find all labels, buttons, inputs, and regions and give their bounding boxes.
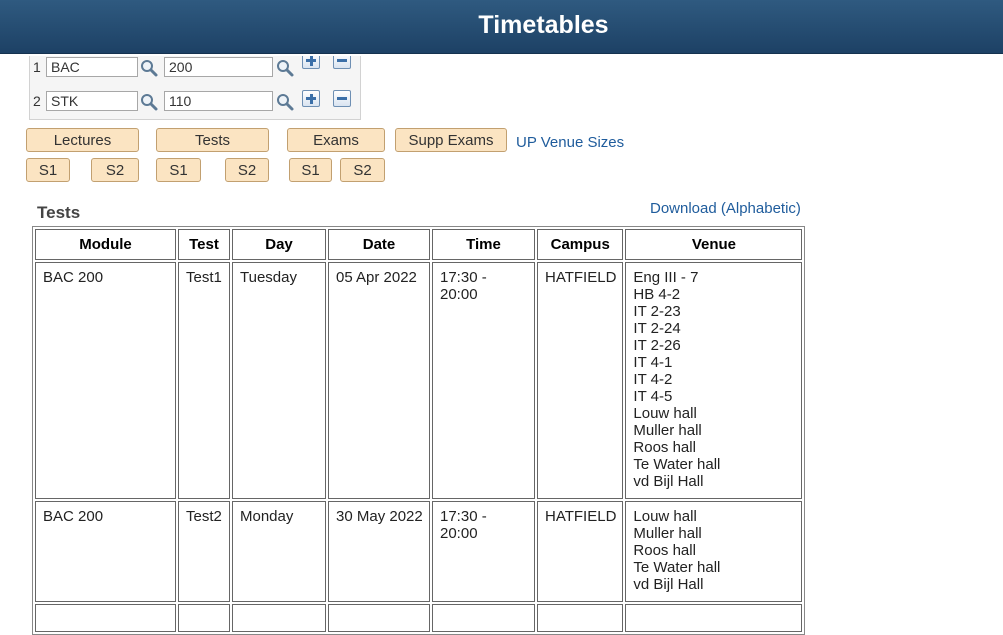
column-header: Campus [537, 229, 624, 260]
column-header: Test [178, 229, 230, 260]
time-cell: 17:30 - 20:00 [432, 262, 535, 499]
venue-item: Roos hall [633, 439, 696, 456]
column-header: Day [232, 229, 326, 260]
row-number: 2 [33, 93, 41, 109]
campus-cell: HATFIELD [537, 501, 624, 602]
table-header-row: Module Test Day Date Time Campus Venue [35, 229, 803, 260]
page-header: Timetables [0, 0, 1003, 54]
venue-item: Eng III - 7 [633, 269, 699, 286]
code-input[interactable] [164, 91, 273, 111]
exams-button[interactable]: Exams [287, 128, 385, 152]
remove-row-icon[interactable] [333, 90, 351, 107]
lectures-s1-button[interactable]: S1 [26, 158, 70, 182]
add-row-icon[interactable] [302, 90, 320, 107]
campus-cell: HATFIELD [537, 262, 624, 499]
module-input[interactable] [46, 91, 138, 111]
tests-s1-button[interactable]: S1 [156, 158, 201, 182]
venue-item: Louw hall [633, 508, 697, 525]
venue-sizes-link[interactable]: UP Venue Sizes [516, 134, 624, 151]
row-number: 1 [33, 59, 41, 75]
tests-button[interactable]: Tests [156, 128, 269, 152]
venue-item: vd Bijl Hall [633, 473, 704, 490]
table-row [35, 604, 803, 632]
module-cell: BAC 200 [35, 501, 176, 602]
day-cell: Tuesday [232, 262, 326, 499]
venue-item: HB 4-2 [633, 286, 681, 303]
tests-s2-button[interactable]: S2 [225, 158, 269, 182]
lookup-icon[interactable] [275, 58, 295, 78]
venue-item: IT 2-23 [633, 303, 681, 320]
venue-item: vd Bijl Hall [633, 576, 704, 593]
venue-item: Te Water hall [633, 559, 721, 576]
add-row-icon[interactable] [302, 56, 320, 69]
venue-item: Muller hall [633, 422, 702, 439]
test-cell: Test2 [178, 501, 230, 602]
supp-exams-button[interactable]: Supp Exams [395, 128, 507, 152]
date-cell: 30 May 2022 [328, 501, 430, 602]
download-link[interactable]: Download (Alphabetic) [650, 200, 801, 217]
code-input[interactable] [164, 57, 273, 77]
venue-item: IT 4-1 [633, 354, 673, 371]
timetable-table: Module Test Day Date Time Campus Venue B… [32, 226, 806, 635]
exams-s1-button[interactable]: S1 [289, 158, 332, 182]
lectures-button[interactable]: Lectures [26, 128, 139, 152]
venue-item: IT 4-2 [633, 371, 673, 388]
venue-item: Louw hall [633, 405, 697, 422]
module-cell: BAC 200 [35, 262, 176, 499]
day-cell: Monday [232, 501, 326, 602]
timetable-table-wrap: Module Test Day Date Time Campus Venue B… [32, 226, 806, 635]
remove-row-icon[interactable] [333, 56, 351, 69]
venue-item: Roos hall [633, 542, 696, 559]
venue-cell: Louw hall Muller hall Roos hall Te Water… [625, 501, 803, 602]
exams-s2-button[interactable]: S2 [340, 158, 385, 182]
lookup-icon[interactable] [275, 92, 295, 112]
time-cell: 17:30 - 20:00 [432, 501, 535, 602]
module-search-grid: 1 2 [29, 56, 361, 120]
venue-cell: Eng III - 7 HB 4-2 IT 2-23 IT 2-24 IT 2-… [625, 262, 803, 499]
lookup-icon[interactable] [139, 58, 159, 78]
column-header: Venue [625, 229, 803, 260]
table-row: BAC 200 Test2 Monday 30 May 2022 17:30 -… [35, 501, 803, 602]
venue-item: IT 2-26 [633, 337, 681, 354]
venue-item: Te Water hall [633, 456, 721, 473]
column-header: Time [432, 229, 535, 260]
test-cell: Test1 [178, 262, 230, 499]
venue-item: IT 2-24 [633, 320, 681, 337]
table-row: BAC 200 Test1 Tuesday 05 Apr 2022 17:30 … [35, 262, 803, 499]
column-header: Date [328, 229, 430, 260]
page-title: Timetables [478, 11, 609, 39]
section-title: Tests [37, 203, 81, 222]
venue-item: Muller hall [633, 525, 702, 542]
column-header: Module [35, 229, 176, 260]
venue-item: IT 4-5 [633, 388, 673, 405]
module-input[interactable] [46, 57, 138, 77]
date-cell: 05 Apr 2022 [328, 262, 430, 499]
lookup-icon[interactable] [139, 92, 159, 112]
lectures-s2-button[interactable]: S2 [91, 158, 139, 182]
